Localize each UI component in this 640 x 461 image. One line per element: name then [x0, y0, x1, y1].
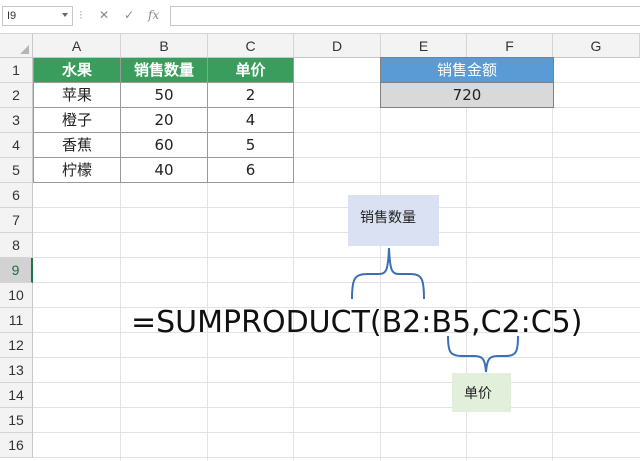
row-header-10[interactable]: 10	[0, 283, 33, 308]
row-header-16[interactable]: 16	[0, 433, 33, 458]
row-header-1[interactable]: 1	[0, 58, 33, 83]
close-icon[interactable]: ✕	[99, 8, 109, 22]
check-icon[interactable]: ✓	[124, 8, 134, 22]
column-header-e[interactable]: E	[381, 34, 467, 58]
row-header-9[interactable]: 9	[0, 258, 33, 283]
row-header-3[interactable]: 3	[0, 108, 33, 133]
column-header-a[interactable]: A	[33, 34, 121, 58]
price-brace	[447, 335, 519, 373]
quantity-callout: 销售数量	[348, 195, 439, 246]
formula-bar: I9 ⁝ ✕ ✓ fx	[0, 0, 640, 34]
row-header-13[interactable]: 13	[0, 358, 33, 383]
table-cell[interactable]: 20	[121, 108, 208, 133]
table-cell[interactable]: 苹果	[33, 83, 121, 108]
price-callout-label: 单价	[464, 386, 492, 402]
more-icon: ⁝	[79, 8, 83, 22]
table-cell[interactable]: 40	[121, 158, 208, 183]
column-header-b[interactable]: B	[121, 34, 208, 58]
table-cell[interactable]: 橙子	[33, 108, 121, 133]
row-header-8[interactable]: 8	[0, 233, 33, 258]
row-header-4[interactable]: 4	[0, 133, 33, 158]
row-header-14[interactable]: 14	[0, 383, 33, 408]
row-header-2[interactable]: 2	[0, 83, 33, 108]
row-header-15[interactable]: 15	[0, 408, 33, 433]
header-cell-price[interactable]: 单价	[208, 58, 294, 83]
table-cell[interactable]: 柠檬	[33, 158, 121, 183]
table-cell[interactable]: 50	[121, 83, 208, 108]
quantity-brace	[351, 247, 425, 300]
table-cell[interactable]: 5	[208, 133, 294, 158]
table-cell[interactable]: 6	[208, 158, 294, 183]
row-header-7[interactable]: 7	[0, 208, 33, 233]
sales-amount-value[interactable]: 720	[380, 83, 554, 108]
chevron-down-icon[interactable]	[62, 13, 68, 17]
row-header-5[interactable]: 5	[0, 158, 33, 183]
quantity-callout-label: 销售数量	[360, 210, 416, 226]
column-header-c[interactable]: C	[208, 34, 294, 58]
formula-input[interactable]	[170, 6, 640, 26]
table-cell[interactable]: 2	[208, 83, 294, 108]
name-box[interactable]: I9	[2, 6, 73, 26]
column-header-g[interactable]: G	[553, 34, 640, 58]
sales-amount-header[interactable]: 销售金额	[380, 57, 554, 83]
header-cell-fruit[interactable]: 水果	[33, 58, 121, 83]
column-header-d[interactable]: D	[294, 34, 381, 58]
function-icon[interactable]: fx	[148, 8, 159, 22]
table-cell[interactable]: 香蕉	[33, 133, 121, 158]
header-cell-quantity[interactable]: 销售数量	[121, 58, 208, 83]
price-callout: 单价	[452, 373, 511, 412]
name-box-value: I9	[7, 10, 17, 22]
select-all-corner[interactable]	[0, 34, 33, 58]
row-header-6[interactable]: 6	[0, 183, 33, 208]
table-cell[interactable]: 60	[121, 133, 208, 158]
formula-text: =SUMPRODUCT(B2:B5,C2:C5)	[131, 305, 583, 340]
column-header-f[interactable]: F	[467, 34, 553, 58]
row-header-11[interactable]: 11	[0, 308, 33, 333]
table-cell[interactable]: 4	[208, 108, 294, 133]
row-header-12[interactable]: 12	[0, 333, 33, 358]
